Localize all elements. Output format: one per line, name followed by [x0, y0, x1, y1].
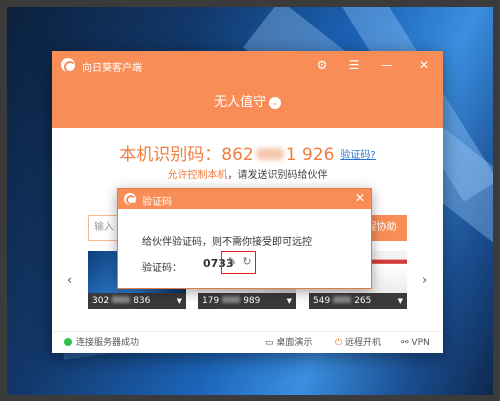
vpn-icon: ⚯	[401, 338, 409, 348]
dropdown-arrow-icon[interactable]: ▼	[177, 293, 182, 309]
status-dropdown[interactable]: 无人值守 ⌄	[52, 91, 443, 110]
dialog-message: 给伙伴验证码，则不需你接受即可远控	[142, 237, 312, 248]
verification-code-dialog: 验证码 ✕ 给伙伴验证码，则不需你接受即可远控 验证码： 0733 ✎ ↻	[117, 188, 372, 289]
close-button[interactable]: ✕	[414, 55, 434, 75]
chevron-down-icon: ⌄	[269, 97, 281, 109]
refresh-icon[interactable]: ↻	[240, 255, 254, 269]
dialog-title-bar: 验证码 ✕	[118, 189, 371, 209]
thumbnail-bar: 549 265 ▼	[309, 293, 407, 309]
prev-arrow-icon[interactable]: ‹	[67, 273, 72, 288]
device-id-label: 本机识别码：	[119, 145, 222, 165]
thumbnail-id-suffix: 265	[354, 296, 372, 306]
device-id-line: 本机识别码：862 1 926 验证码?	[52, 140, 443, 165]
app-header: 向日葵客户端 ⚙ ☰ — ✕ 无人值守 ⌄	[52, 51, 443, 128]
dropdown-arrow-icon[interactable]: ▼	[287, 293, 292, 309]
minimize-button[interactable]: —	[377, 55, 397, 75]
dropdown-arrow-icon[interactable]: ▼	[398, 293, 403, 309]
thumbnail-id-suffix: 989	[243, 296, 261, 306]
presentation-icon: ▭	[265, 338, 274, 348]
next-arrow-icon[interactable]: ›	[422, 273, 427, 288]
thumbnail-id-suffix: 836	[133, 296, 151, 306]
code-actions-box: ✎ ↻	[221, 251, 256, 274]
desktop-demo-button[interactable]: ▭ 桌面演示	[265, 337, 312, 349]
status-title: 无人值守	[213, 95, 266, 110]
allow-control-text: ，请发送识别码给伙伴	[227, 170, 328, 181]
allow-control-link[interactable]: 允许控制本机	[168, 170, 228, 181]
desktop-demo-label: 桌面演示	[276, 338, 313, 348]
redacted-digits	[255, 148, 284, 160]
device-id-suffix: 1 926	[285, 145, 335, 165]
device-id-prefix: 862	[221, 145, 254, 165]
thumbnail-id-prefix: 179	[202, 296, 220, 306]
thumbnail-bar: 302 836 ▼	[88, 293, 186, 309]
redacted-digits	[112, 296, 131, 303]
sunflower-logo-icon	[61, 58, 76, 73]
redacted-digits	[222, 296, 241, 303]
remote-boot-button[interactable]: ⏻ 远程开机	[335, 337, 381, 349]
vpn-label: VPN	[411, 338, 430, 348]
remote-boot-label: 远程开机	[345, 338, 382, 348]
dialog-title: 验证码	[142, 197, 172, 208]
thumbnail-id-prefix: 302	[92, 296, 110, 306]
thumbnail-id-prefix: 549	[313, 296, 331, 306]
verification-code-link[interactable]: 验证码?	[340, 150, 375, 161]
connection-status: 连接服务器成功	[64, 337, 139, 349]
allow-control-line: 允许控制本机，请发送识别码给伙伴	[52, 166, 443, 181]
menu-icon[interactable]: ☰	[344, 55, 364, 75]
redacted-digits	[333, 296, 352, 303]
title-bar: 向日葵客户端 ⚙ ☰ — ✕	[52, 51, 443, 79]
dialog-close-button[interactable]: ✕	[355, 191, 365, 205]
app-title: 向日葵客户端	[82, 63, 142, 74]
status-footer: 连接服务器成功 ▭ 桌面演示 ⏻ 远程开机 ⚯ VPN	[52, 331, 443, 353]
edit-icon[interactable]: ✎	[225, 255, 239, 269]
settings-gear-icon[interactable]: ⚙	[312, 55, 332, 75]
connection-status-text: 连接服务器成功	[76, 338, 140, 348]
thumbnail-bar: 179 989 ▼	[198, 293, 296, 309]
code-label: 验证码：	[142, 263, 182, 274]
vpn-button[interactable]: ⚯ VPN	[401, 337, 430, 349]
sunflower-logo-icon	[124, 193, 136, 205]
power-icon: ⏻	[335, 338, 343, 348]
online-dot-icon	[64, 338, 72, 346]
